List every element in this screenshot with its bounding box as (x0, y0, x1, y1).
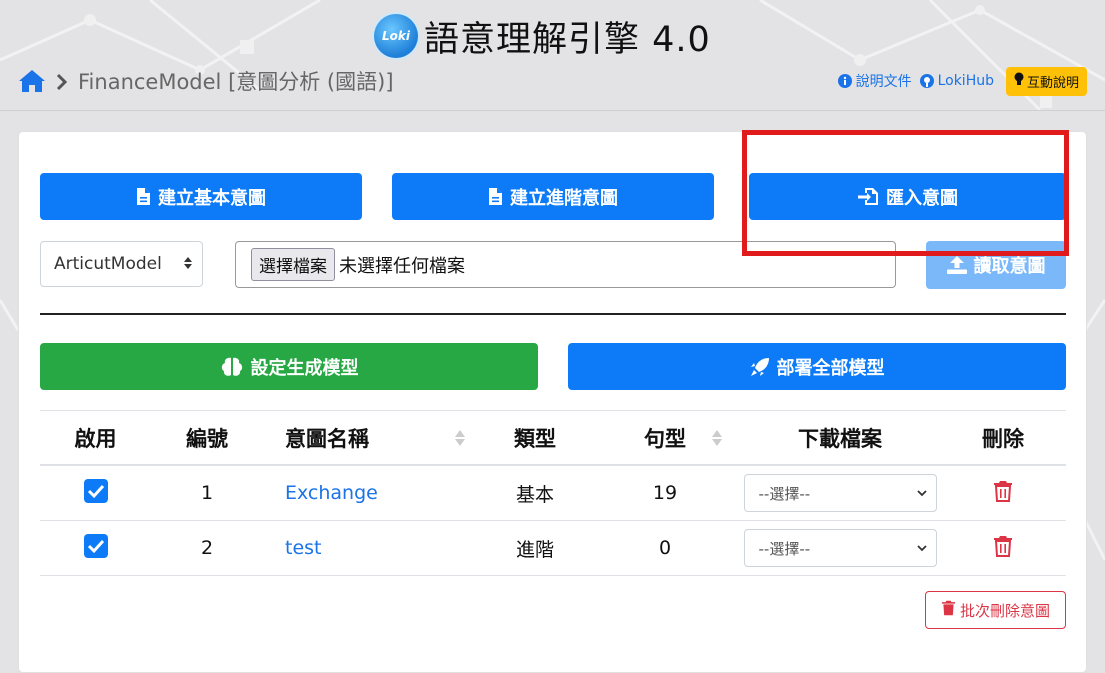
file-icon (488, 187, 503, 206)
chevron-down-icon (916, 489, 927, 496)
loki-logo: Loki (374, 14, 418, 58)
check-icon (87, 484, 104, 498)
file-status: 未選擇任何檔案 (339, 255, 465, 277)
deploy-all-button[interactable]: 部署全部模型 (568, 343, 1066, 390)
delete-cell (940, 520, 1066, 576)
intent-panel: 建立基本意圖 建立進階意圖 匯入意圖 ArticutModel 選擇檔案 未選擇… (18, 131, 1087, 673)
download-cell: --選擇-- (740, 465, 940, 521)
number-cell: 1 (151, 465, 263, 521)
col-sentences[interactable]: 句型 (590, 410, 740, 466)
chevron-down-icon (916, 544, 927, 551)
trash-icon (941, 600, 956, 620)
sort-caret-icon (184, 254, 192, 274)
batch-delete-button[interactable]: 批次刪除意圖 (925, 591, 1066, 629)
check-icon (87, 539, 104, 553)
table-header-row: 啟用 編號 意圖名稱 類型 句型 下載檔案 刪除 (40, 410, 1066, 466)
type-cell: 基本 (480, 465, 590, 521)
create-advanced-intent-button[interactable]: 建立進階意圖 (392, 173, 714, 220)
interactive-help-button[interactable]: 互動說明 (1005, 66, 1087, 96)
table-row: 1 Exchange 基本 19 --選擇-- (40, 465, 1066, 521)
rocket-icon (750, 357, 770, 377)
breadcrumb: FinanceModel [意圖分析 (國語)] (18, 64, 394, 98)
file-icon (136, 187, 151, 206)
intent-table: 啟用 編號 意圖名稱 類型 句型 下載檔案 刪除 1 Exchange 基本 1… (40, 410, 1066, 576)
enabled-cell (40, 465, 151, 521)
col-enabled: 啟用 (40, 410, 151, 466)
header-divider (0, 110, 1105, 111)
name-cell: Exchange (263, 465, 480, 521)
header: Loki 語意理解引擎 4.0 FinanceModel [意圖分析 (國語)]… (0, 0, 1105, 110)
file-import-icon (857, 187, 879, 206)
upload-icon (946, 256, 967, 274)
brain-icon (220, 357, 244, 377)
delete-cell (940, 465, 1066, 521)
col-delete: 刪除 (940, 410, 1066, 466)
download-select[interactable]: --選擇-- (743, 474, 937, 512)
create-basic-intent-button[interactable]: 建立基本意圖 (40, 173, 362, 220)
app-title: Loki 語意理解引擎 4.0 (374, 10, 711, 62)
type-cell: 進階 (480, 520, 590, 576)
model-select[interactable]: ArticutModel (40, 241, 203, 287)
lightbulb-icon (1014, 72, 1024, 90)
col-download: 下載檔案 (740, 410, 940, 466)
table-row: 2 test 進階 0 --選擇-- (40, 520, 1066, 576)
import-intent-button[interactable]: 匯入意圖 (749, 173, 1066, 220)
enabled-checkbox[interactable] (83, 533, 108, 558)
name-cell: test (263, 520, 480, 576)
github-icon (919, 74, 934, 88)
col-name[interactable]: 意圖名稱 (263, 410, 480, 466)
docs-link[interactable]: 說明文件 (837, 71, 912, 91)
download-cell: --選擇-- (740, 520, 940, 576)
enabled-cell (40, 520, 151, 576)
choose-file-button[interactable]: 選擇檔案 (251, 248, 335, 281)
load-intent-button[interactable]: 讀取意圖 (926, 241, 1066, 289)
top-links: 說明文件 LokiHub 互動說明 (837, 66, 1087, 96)
breadcrumb-model: FinanceModel [意圖分析 (國語)] (78, 70, 394, 94)
chevron-right-icon (56, 72, 68, 91)
intent-name-link[interactable]: Exchange (285, 482, 378, 504)
home-icon[interactable] (18, 68, 46, 94)
section-divider (40, 313, 1066, 315)
trash-icon[interactable] (993, 480, 1013, 502)
file-input: 選擇檔案 未選擇任何檔案 (235, 241, 896, 288)
enabled-checkbox[interactable] (83, 478, 108, 503)
app-title-text: 語意理解引擎 4.0 (424, 19, 711, 60)
trash-icon[interactable] (993, 535, 1013, 557)
sentences-cell: 19 (590, 465, 740, 521)
sort-icon[interactable] (454, 428, 466, 448)
lokihub-link[interactable]: LokiHub (919, 73, 994, 89)
info-circle-icon (837, 74, 852, 88)
col-number: 編號 (151, 410, 263, 466)
download-select[interactable]: --選擇-- (743, 529, 937, 567)
intent-name-link[interactable]: test (285, 537, 322, 559)
col-type: 類型 (480, 410, 590, 466)
number-cell: 2 (151, 520, 263, 576)
sentences-cell: 0 (590, 520, 740, 576)
set-model-button[interactable]: 設定生成模型 (40, 343, 538, 390)
sort-icon[interactable] (711, 428, 723, 448)
